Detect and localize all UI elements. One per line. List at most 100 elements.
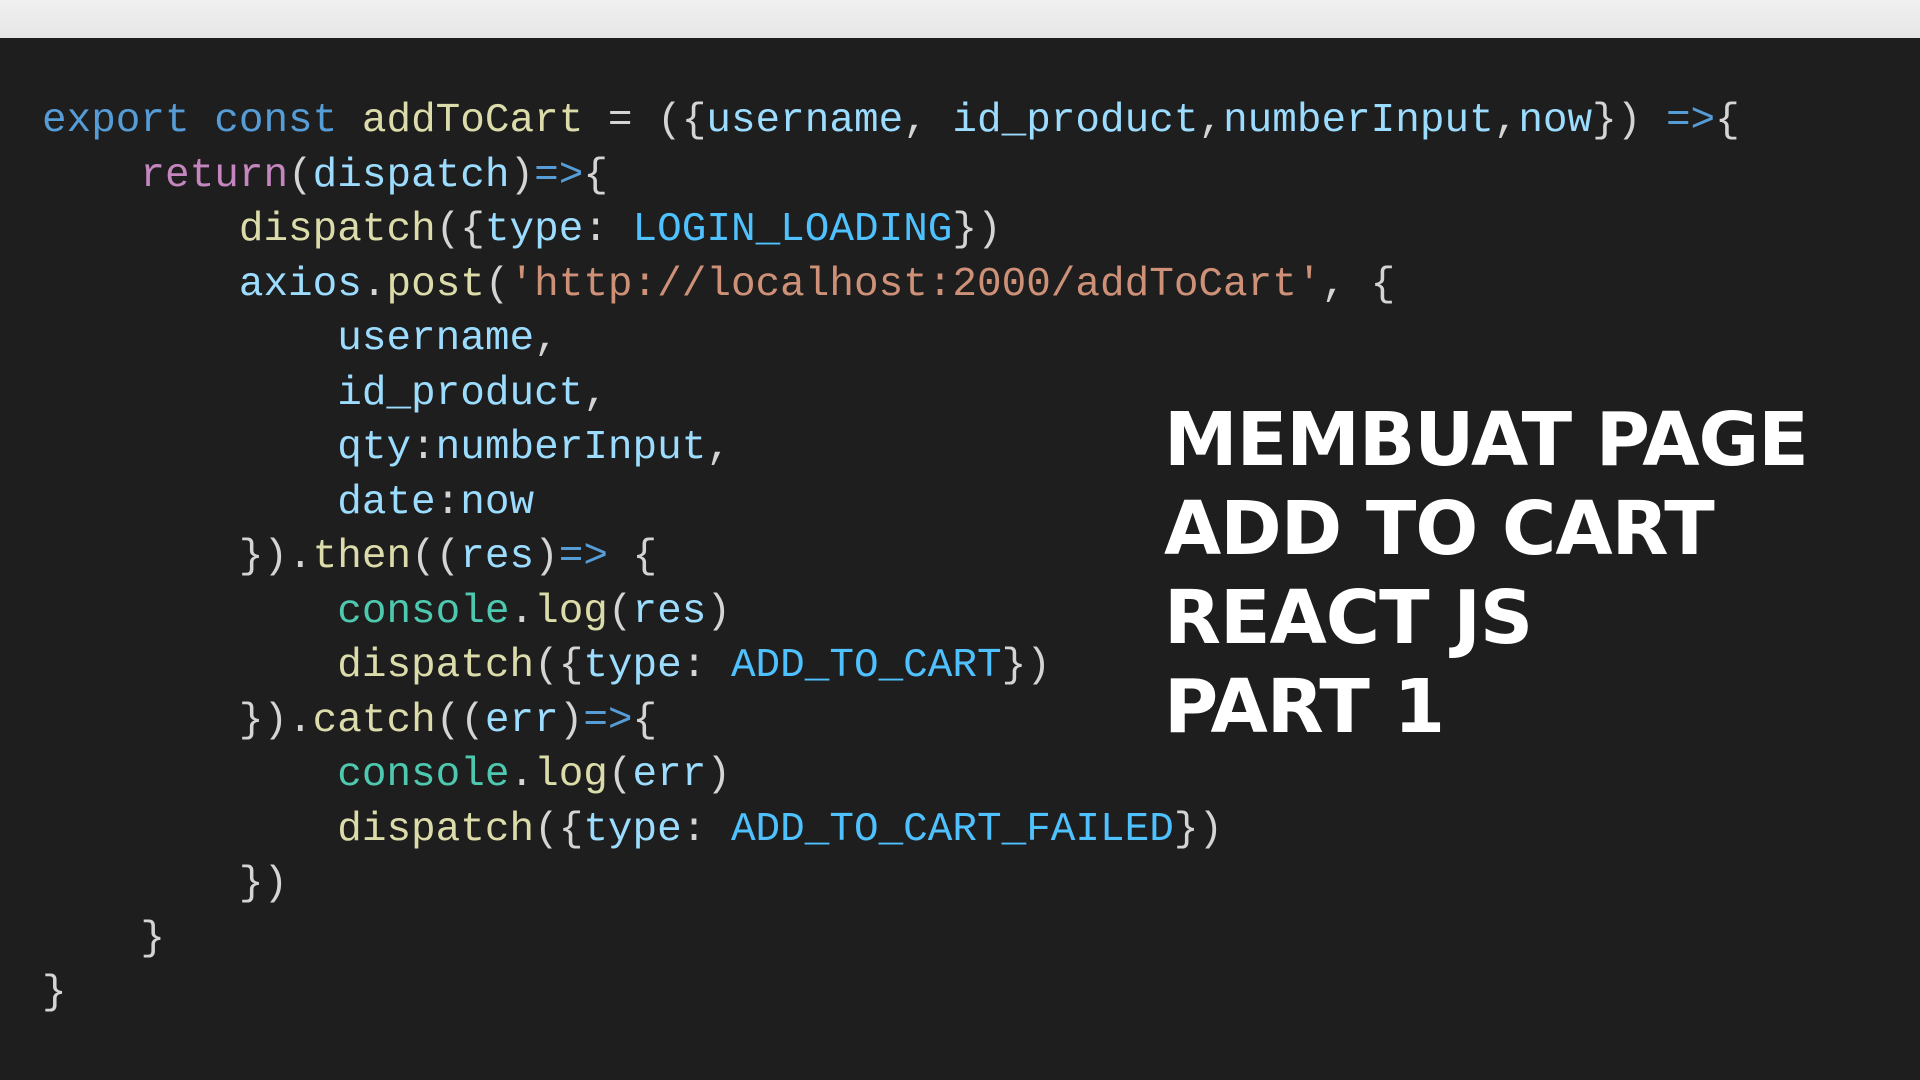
punctuation-token: . xyxy=(509,752,535,798)
punctuation-token: ( xyxy=(288,152,313,199)
punctuation-token xyxy=(42,371,337,417)
punctuation-token: : xyxy=(583,207,633,253)
keyword-token: => xyxy=(1665,98,1716,144)
keyword-token: const xyxy=(214,98,338,144)
punctuation-token xyxy=(42,643,337,689)
variable-token: qty xyxy=(337,425,412,471)
code-line: }) xyxy=(42,857,1740,912)
class-token: console xyxy=(337,588,510,635)
function-token: catch xyxy=(312,697,436,744)
punctuation-token xyxy=(190,98,215,144)
punctuation-token: , { xyxy=(1321,261,1396,308)
variable-token: type xyxy=(583,643,682,689)
function-token: dispatch xyxy=(337,806,535,853)
variable-token: res xyxy=(460,534,535,580)
punctuation-token: = ({ xyxy=(583,98,707,144)
keyword-token: => xyxy=(558,534,608,580)
title-line-4: PART 1 xyxy=(1164,664,1445,750)
variable-token: username xyxy=(337,316,535,362)
punctuation-token: }) xyxy=(42,861,289,907)
class-token: console xyxy=(337,752,510,798)
title-line-1: MEMBUAT PAGE xyxy=(1164,397,1809,483)
punctuation-token: . xyxy=(361,261,387,308)
punctuation-token: }) xyxy=(952,207,1002,253)
punctuation-token: }). xyxy=(42,534,313,580)
punctuation-token: ( xyxy=(484,261,510,308)
code-line: console.log(err) xyxy=(42,748,1740,803)
punctuation-token: , xyxy=(534,316,559,362)
variable-token: date xyxy=(337,479,436,526)
keyword-token: => xyxy=(534,152,584,199)
punctuation-token: , xyxy=(583,370,608,417)
string-token: 'http://localhost:2000/addToCart' xyxy=(509,261,1322,308)
constant-token: ADD_TO_CART_FAILED xyxy=(730,806,1174,853)
punctuation-token xyxy=(42,480,337,526)
code-line: return(dispatch)=>{ xyxy=(42,149,1740,204)
punctuation-token: }). xyxy=(42,697,313,744)
function-token: dispatch xyxy=(337,643,535,689)
punctuation-token: ) xyxy=(706,588,731,635)
punctuation-token: { xyxy=(607,534,658,580)
punctuation-token: : xyxy=(681,806,731,853)
variable-token: now xyxy=(1518,98,1593,144)
control-keyword-token: return xyxy=(140,152,289,199)
window-top-bar xyxy=(0,0,1920,39)
punctuation-token: ) xyxy=(558,697,584,744)
punctuation-token xyxy=(42,752,337,798)
punctuation-token: : xyxy=(681,643,731,689)
function-token: log xyxy=(534,752,608,798)
punctuation-token xyxy=(42,316,337,362)
punctuation-token: ) xyxy=(509,152,535,199)
punctuation-token: ({ xyxy=(534,806,584,853)
code-line: username, xyxy=(42,312,1740,367)
punctuation-token xyxy=(42,153,140,199)
variable-token: numberInput xyxy=(1223,98,1494,144)
punctuation-token: } xyxy=(42,915,166,962)
punctuation-token: (( xyxy=(435,697,485,744)
variable-token: res xyxy=(632,588,707,635)
function-token: then xyxy=(312,534,412,580)
punctuation-token xyxy=(337,98,362,144)
punctuation-token: { xyxy=(583,152,608,199)
punctuation-token xyxy=(42,262,239,308)
punctuation-token: ( xyxy=(607,588,633,635)
function-token: dispatch xyxy=(238,207,436,253)
punctuation-token: : xyxy=(435,479,461,526)
variable-token: err xyxy=(632,752,707,798)
function-token: log xyxy=(534,588,608,635)
function-token: addToCart xyxy=(361,98,584,144)
punctuation-token: }) xyxy=(1001,643,1051,689)
punctuation-token xyxy=(42,425,337,471)
title-line-2: ADD TO CART xyxy=(1164,486,1715,572)
variable-token: id_product xyxy=(952,98,1199,144)
punctuation-token xyxy=(42,589,337,635)
punctuation-token: { xyxy=(632,697,658,744)
variable-token: err xyxy=(484,697,559,744)
keyword-token: => xyxy=(583,697,633,744)
constant-token: ADD_TO_CART xyxy=(730,643,1002,689)
punctuation-token: } xyxy=(42,970,67,1016)
punctuation-token: : xyxy=(411,425,436,471)
punctuation-token: }) xyxy=(1173,806,1224,853)
variable-token: type xyxy=(583,806,682,853)
function-token: post xyxy=(386,261,485,308)
punctuation-token: ({ xyxy=(435,207,485,253)
code-line: } xyxy=(42,912,1740,967)
punctuation-token: . xyxy=(509,588,535,635)
code-line: dispatch({type: LOGIN_LOADING}) xyxy=(42,203,1740,258)
punctuation-token: ) xyxy=(534,534,559,580)
punctuation-token: , xyxy=(1493,98,1519,144)
variable-token: numberInput xyxy=(435,425,707,471)
variable-token: dispatch xyxy=(312,152,510,199)
keyword-token: export xyxy=(42,98,190,144)
punctuation-token xyxy=(42,807,337,853)
code-line: dispatch({type: ADD_TO_CART_FAILED}) xyxy=(42,803,1740,858)
punctuation-token: ) xyxy=(706,752,731,798)
punctuation-token: (( xyxy=(411,534,461,580)
punctuation-token xyxy=(42,207,239,253)
variable-token: id_product xyxy=(337,370,584,417)
title-line-3: REACT JS xyxy=(1164,575,1533,661)
punctuation-token: ({ xyxy=(534,643,584,689)
punctuation-token: , xyxy=(903,98,953,144)
code-line: axios.post('http://localhost:2000/addToC… xyxy=(42,258,1740,313)
